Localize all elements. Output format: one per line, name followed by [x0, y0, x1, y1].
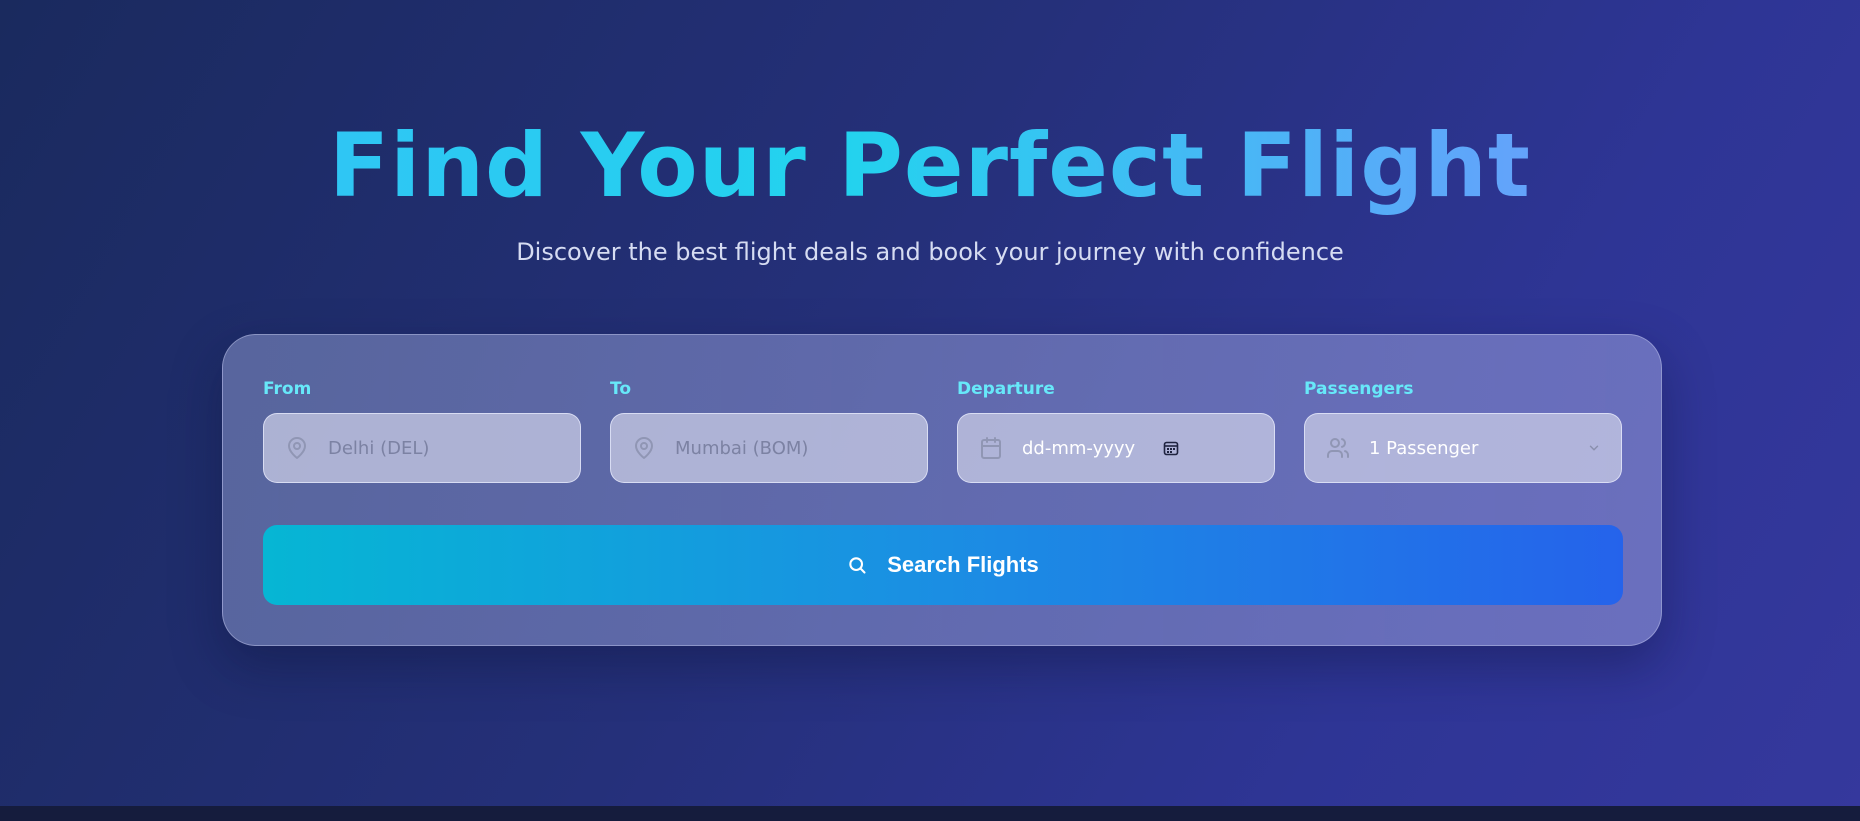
passengers-label: Passengers	[1304, 379, 1414, 399]
calendar-picker-icon[interactable]	[1161, 438, 1181, 458]
departure-label: Departure	[957, 379, 1055, 399]
search-flights-button[interactable]: Search Flights	[263, 525, 1623, 605]
passengers-select[interactable]: 1 Passenger	[1304, 413, 1622, 483]
bottom-strip	[0, 806, 1860, 821]
passengers-value: 1 Passenger	[1369, 437, 1479, 459]
map-pin-icon	[631, 435, 657, 461]
search-icon	[847, 555, 867, 575]
to-input[interactable]: Mumbai (BOM)	[610, 413, 928, 483]
from-label: From	[263, 379, 312, 399]
page-title: Find Your Perfect Flight	[0, 116, 1860, 216]
from-input[interactable]: Delhi (DEL)	[263, 413, 581, 483]
to-field: To Mumbai (BOM)	[610, 379, 928, 483]
to-label: To	[610, 379, 632, 399]
calendar-icon	[978, 435, 1004, 461]
departure-date-input[interactable]: dd-mm-yyyy	[957, 413, 1275, 483]
to-placeholder: Mumbai (BOM)	[675, 437, 809, 459]
map-pin-icon	[284, 435, 310, 461]
search-flights-label: Search Flights	[887, 552, 1039, 577]
from-field: From Delhi (DEL)	[263, 379, 581, 483]
from-placeholder: Delhi (DEL)	[328, 437, 430, 459]
flight-search-form: From Delhi (DEL) To Mumbai (BOM) Departu…	[222, 334, 1662, 646]
page-subtitle: Discover the best flight deals and book …	[516, 238, 1344, 266]
departure-placeholder: dd-mm-yyyy	[1022, 437, 1136, 459]
passengers-field: Passengers 1 Passenger	[1304, 379, 1622, 483]
departure-field: Departure dd-mm-yyyy	[957, 379, 1275, 483]
chevron-down-icon	[1585, 439, 1603, 457]
users-icon	[1325, 435, 1351, 461]
